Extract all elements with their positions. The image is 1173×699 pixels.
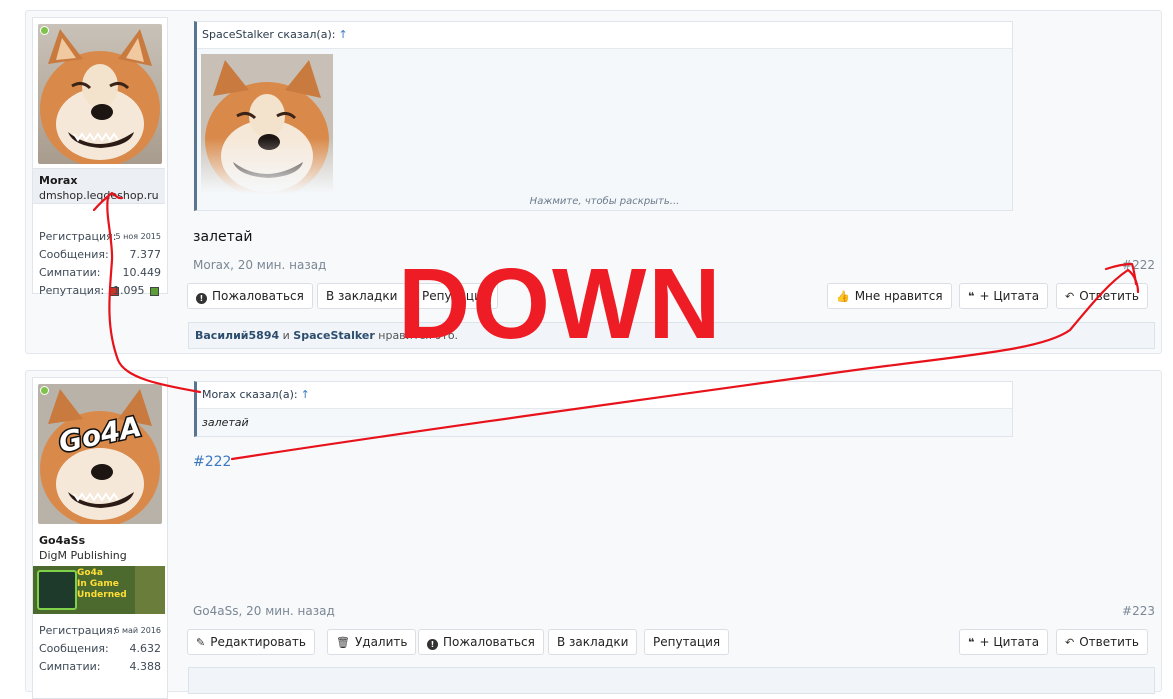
post-meta[interactable]: Morax, 20 мин. назад <box>193 258 326 272</box>
quote-text: залетай <box>202 416 249 429</box>
message-content: Morax сказал(а): ↑ залетай #222 Go4aSs, 2… <box>186 371 1155 694</box>
post-permalink[interactable]: #223 <box>1122 604 1155 618</box>
username-block: Go4aSs DigM Publishing <box>33 528 165 564</box>
post-permalink[interactable]: #222 <box>1122 258 1155 272</box>
reputation-button[interactable]: Репутация <box>644 629 730 655</box>
quote-jump-arrow-icon[interactable]: ↑ <box>338 28 347 41</box>
thumbs-up-icon: 👍 <box>836 290 850 303</box>
quoted-image[interactable] <box>201 54 333 198</box>
quote-button[interactable]: ❝ + Цитата <box>959 283 1049 309</box>
quote-header: SpaceStalker сказал(а): ↑ <box>197 22 1012 49</box>
username[interactable]: Morax <box>39 174 77 187</box>
quote-icon: ❝ <box>968 290 975 303</box>
quote-block: Morax сказал(а): ↑ залетай <box>194 381 1013 437</box>
stat-reputation: Репутация: 1.095 <box>39 284 161 299</box>
exclamation-icon: ! <box>427 639 438 650</box>
report-button[interactable]: ! Пожаловаться <box>187 283 313 309</box>
quote-icon: ❝ <box>968 636 975 649</box>
like-user-link[interactable]: Василий5894 <box>195 329 279 342</box>
delete-button[interactable]: 🗑 Удалить <box>327 629 417 655</box>
message-post-link[interactable]: #222 <box>193 454 231 470</box>
user-banner[interactable]: Go4a In Game Underned <box>33 566 165 614</box>
post-223: Go4A Go4aSs DigM Publishing Go4a In Game… <box>25 370 1162 699</box>
reply-icon: ↶ <box>1065 636 1075 649</box>
user-panel: Morax dmshop.leqdeshop.ru Регистрация: 5… <box>32 17 168 297</box>
stat-messages: Сообщения: 4.632 <box>39 642 161 655</box>
quote-header: Morax сказал(а): ↑ <box>197 382 1012 409</box>
like-button[interactable]: 👍 Мне нравится <box>827 283 952 309</box>
user-title: DigM Publishing <box>39 549 127 562</box>
like-user-link[interactable]: SpaceStalker <box>293 329 374 342</box>
stat-registration: Регистрация: 5 ноя 2015 <box>39 230 161 243</box>
quote-block: SpaceStalker сказал(а): ↑ Нажмите, чтобы… <box>194 21 1013 211</box>
reply-button[interactable]: ↶ Ответить <box>1056 629 1148 655</box>
edit-button[interactable]: ✎ Редактировать <box>187 629 315 655</box>
message-text: залетай <box>193 229 253 245</box>
banner-logo-icon <box>37 570 77 610</box>
exclamation-icon: ! <box>196 293 207 304</box>
likes-summary <box>188 667 1155 694</box>
username-block: Morax dmshop.leqdeshop.ru <box>33 168 165 204</box>
pencil-icon: ✎ <box>196 636 206 649</box>
bookmark-button[interactable]: В закладки <box>317 283 407 309</box>
user-title: dmshop.leqdeshop.ru <box>39 189 159 202</box>
annotation-down-text: DOWN <box>398 248 723 360</box>
stat-likes: Симпатии: 4.388 <box>39 660 161 673</box>
post-meta[interactable]: Go4aSs, 20 мин. назад <box>193 604 335 618</box>
avatar[interactable] <box>38 24 162 164</box>
reply-icon: ↶ <box>1065 290 1075 303</box>
stat-registration: Регистрация: 6 май 2016 <box>39 624 161 637</box>
username[interactable]: Go4aSs <box>39 534 85 547</box>
report-button[interactable]: ! Пожаловаться <box>418 629 544 655</box>
reputation-plus-icon[interactable] <box>150 286 159 296</box>
online-status-icon <box>40 386 49 395</box>
stat-messages: Сообщения: 7.377 <box>39 248 161 261</box>
reply-button[interactable]: ↶ Ответить <box>1056 283 1148 309</box>
expand-quote-link[interactable]: Нажмите, чтобы раскрыть... <box>197 196 1012 207</box>
avatar[interactable]: Go4A <box>38 384 162 524</box>
user-panel: Go4A Go4aSs DigM Publishing Go4a In Game… <box>32 377 168 699</box>
online-status-icon <box>40 26 49 35</box>
stat-likes: Симпатии: 10.449 <box>39 266 161 279</box>
quote-button[interactable]: ❝ + Цитата <box>959 629 1049 655</box>
trash-icon: 🗑 <box>336 636 350 649</box>
bookmark-button[interactable]: В закладки <box>548 629 638 655</box>
quote-jump-arrow-icon[interactable]: ↑ <box>301 388 310 401</box>
